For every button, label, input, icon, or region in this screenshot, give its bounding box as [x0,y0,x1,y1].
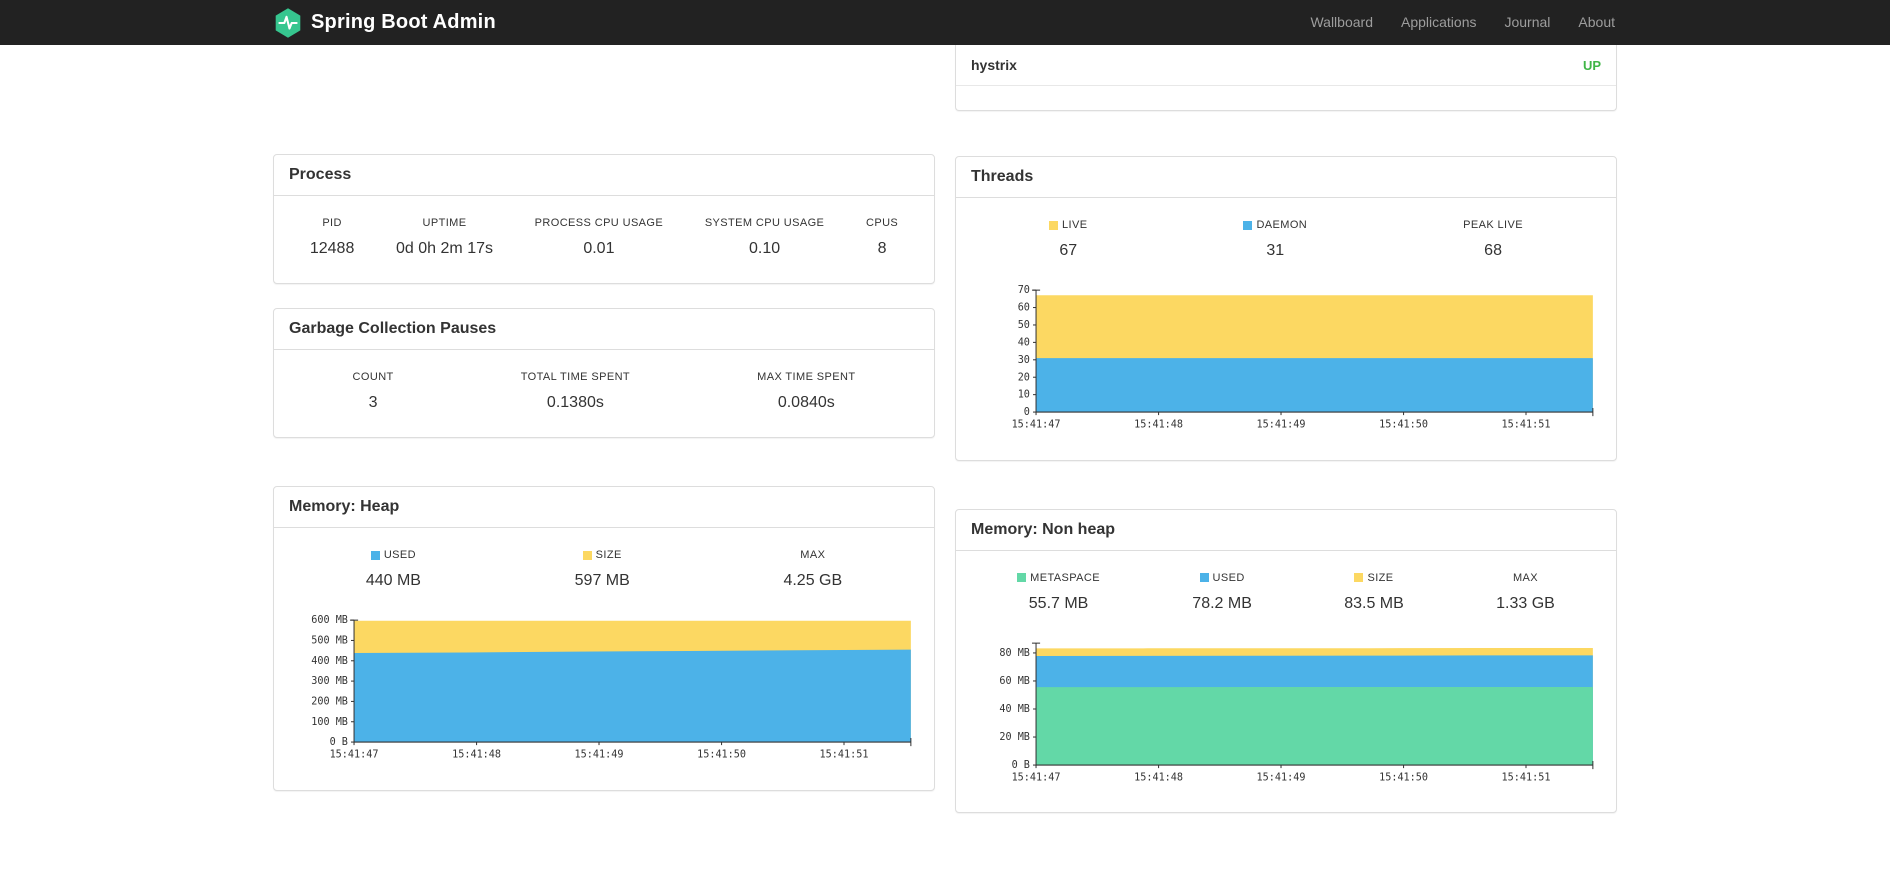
svg-text:60 MB: 60 MB [999,676,1030,687]
memory-nonheap-card: Memory: Non heap METASPACE 55.7 MB USED … [955,508,1617,814]
memory-nonheap-chart: 0 B 20 MB 40 MB 60 MB 80 MB 15:41:47 15:41:48 1… [999,642,1594,783]
svg-text:15:41:47: 15:41:47 [330,749,379,760]
nonheap-metaspace-swatch [1017,573,1027,583]
nav-item-wallboard[interactable]: Wallboard [1296,0,1387,45]
svg-text:60: 60 [1018,303,1030,314]
svg-text:10: 10 [1018,390,1030,401]
heap-legend: USED 440 MB SIZE 597 MB MAX 4.25 GB [289,543,919,600]
nonheap-size-swatch [1354,573,1364,583]
threads-chart: 0 10 20 30 40 50 60 70 15:41:47 15:41:48 15:41:49 1… [1012,285,1594,430]
metric-cpus: CPUS 8 [865,217,899,257]
legend-nonheap-size: SIZE 83.5 MB [1344,571,1404,612]
health-card-bottom-pad [956,86,1616,110]
svg-text:0 B: 0 B [1012,760,1030,771]
svg-text:15:41:51: 15:41:51 [1502,772,1551,783]
memory-heap-card: Memory: Heap USED 440 MB SIZE 597 MB MAX… [273,486,935,791]
gc-card: Garbage Collection Pauses COUNT 3 TOTAL … [273,308,935,438]
svg-text:30: 30 [1018,355,1030,366]
legend-threads-daemon: DAEMON 31 [1243,219,1307,260]
legend-nonheap-max: MAX 1.33 GB [1496,571,1555,612]
process-card-title: Process [274,155,934,196]
svg-text:15:41:50: 15:41:50 [697,749,746,760]
svg-text:0: 0 [1024,407,1030,418]
svg-text:15:41:48: 15:41:48 [452,749,501,760]
nav-item-applications[interactable]: Applications [1387,0,1491,45]
right-column: hystrix UP Threads LIVE 67 DAEMON 31 PEA… [955,45,1617,814]
health-row: hystrix UP [956,45,1616,86]
svg-text:15:41:49: 15:41:49 [575,749,624,760]
svg-text:600 MB: 600 MB [311,615,348,626]
process-metrics: PID 12488 UPTIME 0d 0h 2m 17s PROCESS CP… [289,211,919,268]
svg-text:15:41:47: 15:41:47 [1012,772,1061,783]
metric-system-cpu: SYSTEM CPU USAGE 0.10 [704,217,825,257]
health-status-badge: UP [1582,57,1601,73]
svg-text:100 MB: 100 MB [311,717,348,728]
threads-daemon-swatch [1243,220,1253,230]
svg-text:20 MB: 20 MB [999,732,1030,743]
svg-text:40: 40 [1018,337,1030,348]
legend-heap-max: MAX 4.25 GB [783,549,843,589]
svg-text:15:41:49: 15:41:49 [1257,772,1306,783]
gc-card-title: Garbage Collection Pauses [274,309,934,350]
svg-text:200 MB: 200 MB [311,696,348,707]
process-card: Process PID 12488 UPTIME 0d 0h 2m 17s PR… [273,154,935,284]
svg-text:0 B: 0 B [330,737,348,748]
gc-metrics: COUNT 3 TOTAL TIME SPENT 0.1380s MAX TIM… [289,365,919,422]
metric-uptime: UPTIME 0d 0h 2m 17s [396,217,493,257]
svg-text:80 MB: 80 MB [999,648,1030,659]
navbar: Spring Boot Admin Wallboard Applications… [0,0,1890,45]
svg-text:15:41:51: 15:41:51 [820,749,869,760]
svg-text:15:41:51: 15:41:51 [1502,419,1551,430]
legend-heap-size: SIZE 597 MB [574,549,630,589]
health-check-name: hystrix [971,57,1017,73]
memory-heap-chart: 0 B 100 MB 200 MB 300 MB 400 MB 500 MB 600 MB 1… [311,615,912,760]
legend-heap-used: USED 440 MB [365,549,421,589]
nav-links: Wallboard Applications Journal About [1296,0,1617,45]
svg-text:20: 20 [1018,372,1030,383]
nonheap-used-swatch [1199,573,1209,583]
legend-nonheap-used: USED 78.2 MB [1192,571,1252,612]
metric-gc-total-time: TOTAL TIME SPENT 0.1380s [520,371,631,411]
health-card-partial: hystrix UP [955,45,1617,111]
threads-legend: LIVE 67 DAEMON 31 PEAK LIVE 68 [971,213,1601,270]
metric-gc-count: COUNT 3 [352,371,394,411]
svg-text:15:41:50: 15:41:50 [1379,772,1428,783]
svg-text:500 MB: 500 MB [311,635,348,646]
heap-used-swatch [370,550,380,560]
threads-card: Threads LIVE 67 DAEMON 31 PEAK LIVE 68 0… [955,156,1617,461]
nav-item-journal[interactable]: Journal [1490,0,1564,45]
svg-text:15:41:47: 15:41:47 [1012,419,1061,430]
svg-text:70: 70 [1018,285,1030,296]
legend-threads-peak: PEAK LIVE 68 [1463,219,1523,259]
left-column: Process PID 12488 UPTIME 0d 0h 2m 17s PR… [273,45,935,813]
svg-text:40 MB: 40 MB [999,704,1030,715]
nav-item-about[interactable]: About [1564,0,1617,45]
svg-text:15:41:49: 15:41:49 [1257,419,1306,430]
brand-title: Spring Boot Admin [311,11,496,33]
svg-text:400 MB: 400 MB [311,656,348,667]
svg-text:300 MB: 300 MB [311,676,348,687]
svg-text:15:41:48: 15:41:48 [1134,419,1183,430]
brand-logo-icon [273,7,303,39]
heap-size-swatch [582,550,592,560]
metric-process-cpu: PROCESS CPU USAGE 0.01 [534,217,664,257]
svg-text:15:41:50: 15:41:50 [1379,419,1428,430]
memory-nonheap-card-title: Memory: Non heap [956,510,1616,551]
legend-nonheap-metaspace: METASPACE 55.7 MB [1017,572,1100,613]
metric-gc-max-time: MAX TIME SPENT 0.0840s [757,371,856,411]
legend-threads-live: LIVE 67 [1049,219,1087,260]
metric-pid: PID 12488 [309,217,355,257]
brand[interactable]: Spring Boot Admin [273,7,496,39]
threads-card-title: Threads [956,157,1616,198]
nonheap-legend: METASPACE 55.7 MB USED 78.2 MB SIZE 83.5… [971,566,1601,623]
svg-text:50: 50 [1018,320,1030,331]
svg-text:15:41:48: 15:41:48 [1134,772,1183,783]
threads-live-swatch [1049,220,1058,230]
memory-heap-card-title: Memory: Heap [274,487,934,528]
